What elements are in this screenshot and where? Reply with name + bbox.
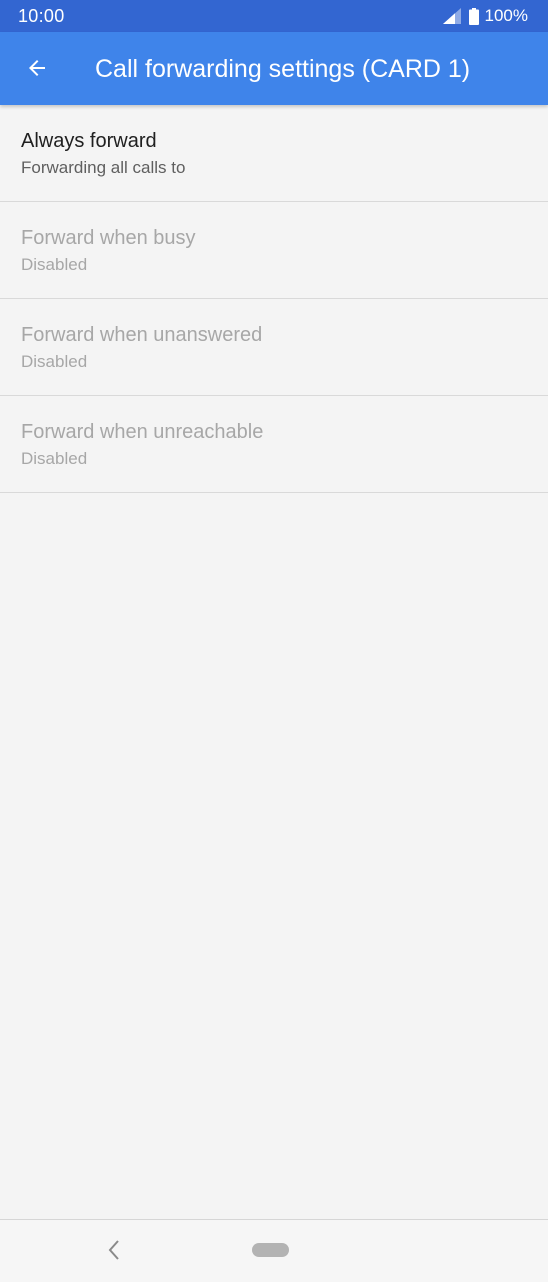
navigation-bar — [0, 1219, 548, 1282]
page-title: Call forwarding settings (CARD 1) — [95, 55, 471, 83]
setting-forward-when-unreachable[interactable]: Forward when unreachable Disabled — [0, 396, 548, 493]
settings-list: Always forward Forwarding all calls to F… — [0, 105, 548, 493]
setting-subtitle: Disabled — [21, 352, 88, 371]
back-button[interactable] — [14, 45, 60, 91]
status-icons: 100% — [442, 6, 528, 26]
setting-title: Always forward — [21, 130, 157, 152]
app-bar: Call forwarding settings (CARD 1) — [0, 32, 548, 105]
battery-icon — [468, 7, 479, 25]
signal-icon — [442, 8, 461, 24]
setting-title: Forward when busy — [21, 227, 196, 249]
setting-forward-when-busy[interactable]: Forward when busy Disabled — [0, 202, 548, 299]
setting-subtitle: Disabled — [21, 255, 88, 274]
status-bar: 10:00 100% — [0, 0, 548, 32]
status-time: 10:00 — [18, 6, 65, 26]
setting-forward-when-unanswered[interactable]: Forward when unanswered Disabled — [0, 299, 548, 396]
nav-back-icon — [108, 1240, 119, 1260]
arrow-back-icon — [29, 60, 45, 76]
setting-title: Forward when unanswered — [21, 324, 263, 346]
home-pill-icon[interactable] — [252, 1243, 289, 1257]
setting-title: Forward when unreachable — [21, 421, 264, 443]
battery-percentage: 100% — [484, 6, 528, 25]
setting-subtitle: Disabled — [21, 449, 88, 468]
setting-subtitle: Forwarding all calls to — [21, 158, 186, 177]
nav-back-button[interactable] — [102, 1236, 126, 1264]
setting-always-forward[interactable]: Always forward Forwarding all calls to — [0, 105, 548, 202]
